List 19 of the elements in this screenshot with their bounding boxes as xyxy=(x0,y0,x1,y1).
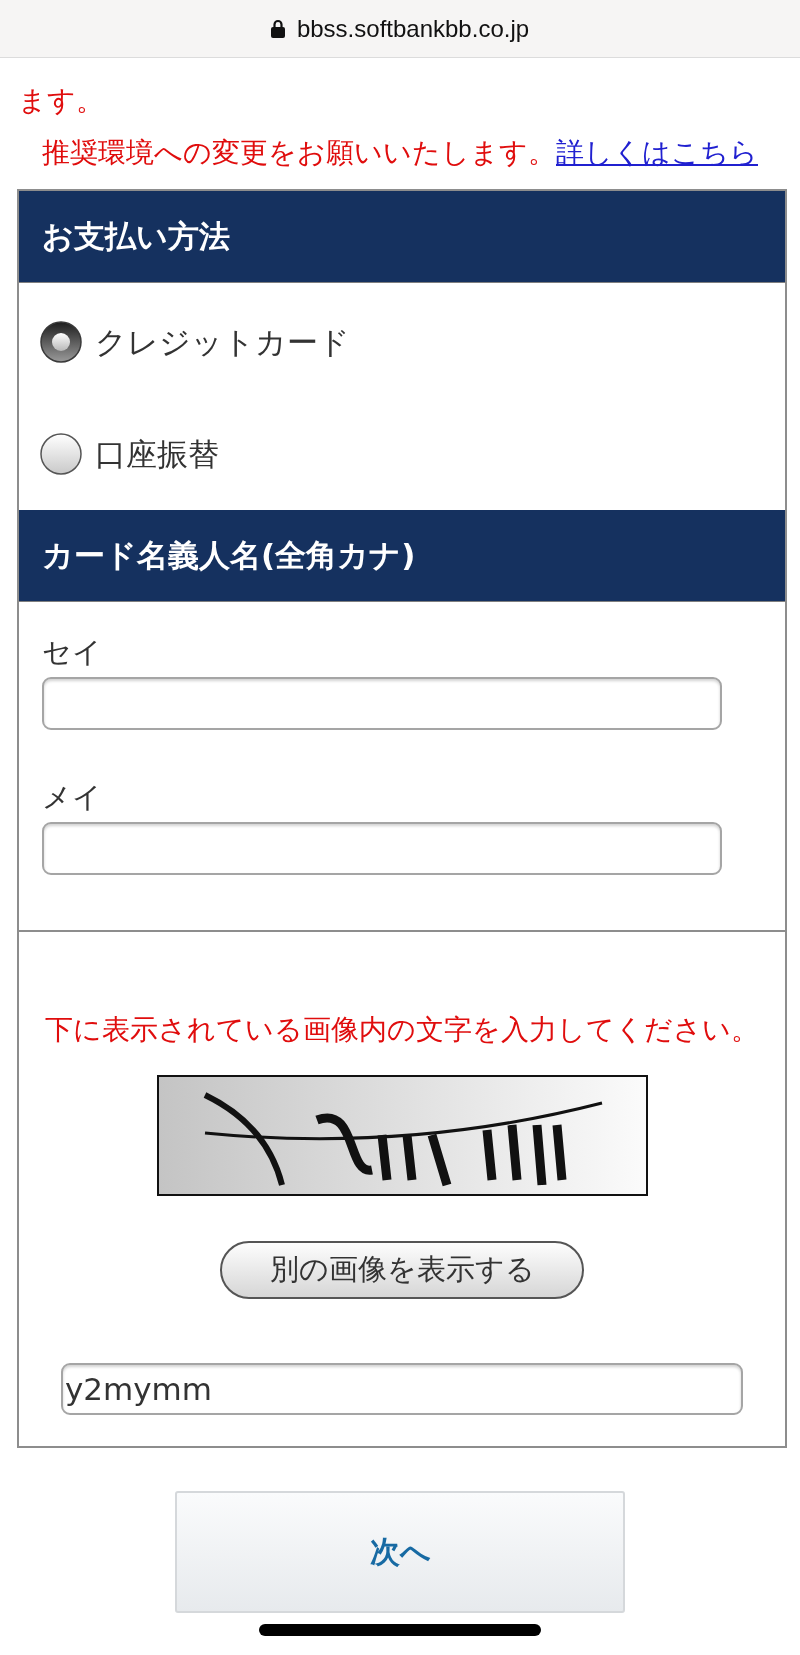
notice-text: ます。 xyxy=(18,83,104,119)
section-header: お支払い方法 xyxy=(19,191,785,283)
field-label: メイ xyxy=(42,779,102,816)
next-button[interactable]: 次へ xyxy=(175,1491,625,1613)
url-text: bbss.softbankbb.co.jp xyxy=(296,13,530,44)
text-field[interactable] xyxy=(42,822,722,875)
notice-text: 推奨環境への変更をお願いいたします。詳しくはこちら xyxy=(42,135,758,171)
radio-button[interactable] xyxy=(40,433,82,475)
lock-icon xyxy=(270,19,285,38)
radio-label[interactable]: クレジットカード xyxy=(95,322,350,362)
field-label: セイ xyxy=(42,634,102,671)
captcha-answer-field[interactable]: y2mymm xyxy=(61,1363,743,1415)
radio-button[interactable] xyxy=(40,321,82,363)
captcha-instruction: 下に表示されている画像内の文字を入力してください。 xyxy=(45,1012,759,1048)
text-field[interactable] xyxy=(42,677,722,730)
section-header: カード名義人名(全角カナ) xyxy=(19,510,785,602)
details-link[interactable]: 詳しくはこちら xyxy=(556,136,758,169)
radio-label[interactable]: 口座振替 xyxy=(95,434,219,474)
refresh-image-button[interactable]: 別の画像を表示する xyxy=(220,1241,584,1299)
